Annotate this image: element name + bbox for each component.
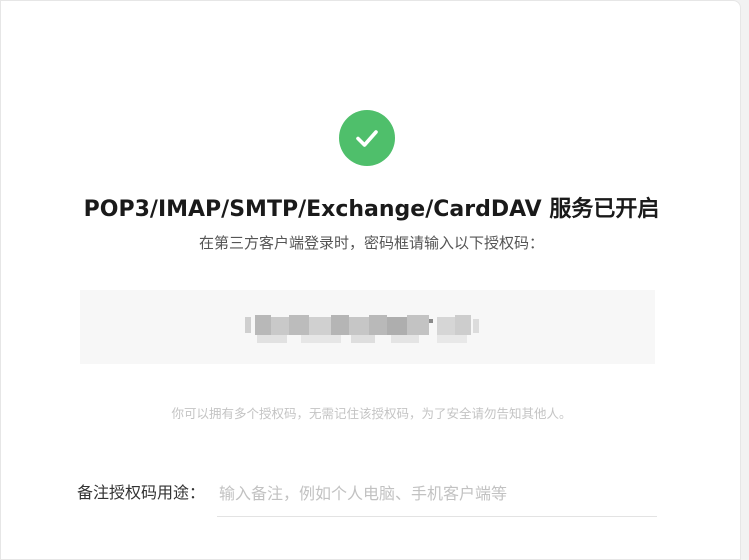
dialog-subtitle: 在第三方客户端登录时，密码框请输入以下授权码： — [198, 234, 544, 252]
dialog-title: POP3/IMAP/SMTP/Exchange/CardDAV 服务已开启 — [83, 197, 660, 222]
purpose-label: 备注授权码用途： — [77, 483, 206, 502]
purpose-input[interactable] — [217, 471, 657, 517]
check-circle-icon — [339, 110, 395, 166]
authorization-code-dialog: POP3/IMAP/SMTP/Exchange/CardDAV 服务已开启 在第… — [0, 0, 741, 560]
security-hint: 你可以拥有多个授权码，无需记住该授权码，为了安全请勿告知其他人。 — [171, 406, 572, 421]
auth-code-obscured — [245, 315, 479, 343]
check-icon — [356, 130, 378, 147]
